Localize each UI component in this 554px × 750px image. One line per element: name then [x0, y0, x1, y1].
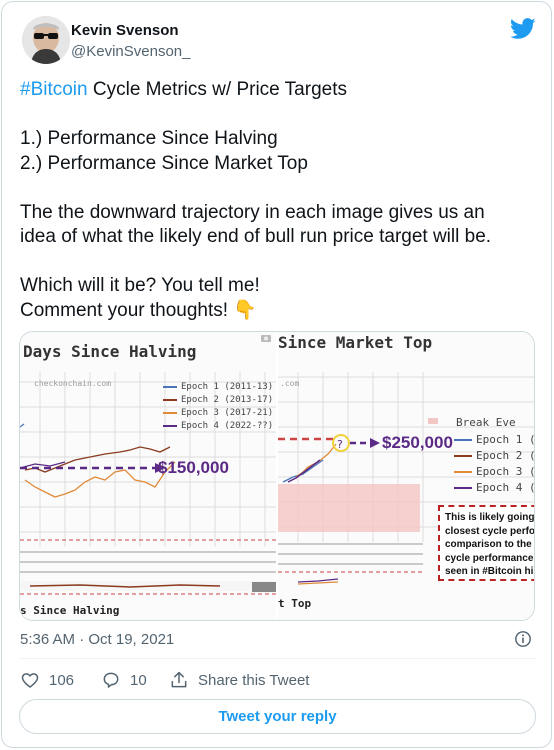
right-legend-2: Epoch 2 ( — [454, 449, 534, 462]
left-legend-4: Epoch 4 (2022-??) — [163, 421, 273, 431]
halving-chart-graphic — [20, 372, 276, 595]
hashtag-link[interactable]: #Bitcoin — [20, 79, 88, 100]
author-handle[interactable]: @KevinSvenson_ — [71, 43, 190, 60]
reply-count: 10 — [130, 671, 147, 689]
tweet-line-5: idea of what the likely end of bull run … — [20, 226, 492, 247]
tweet-line-7: Comment your thoughts! 👇 — [20, 299, 257, 321]
right-legend-1: Epoch 1 ( — [454, 433, 534, 446]
heart-icon — [21, 673, 39, 688]
info-icon[interactable] — [514, 630, 532, 648]
share-icon — [171, 671, 187, 688]
annotation-box: This is likely going t closest cycle per… — [438, 505, 534, 581]
tweet-line-1: #Bitcoin Cycle Metrics w/ Price Targets — [20, 78, 535, 103]
tweet-line-2: 1.) Performance Since Halving — [20, 128, 278, 149]
tweet-line-1-rest: Cycle Metrics w/ Price Targets — [87, 79, 347, 100]
divider — [19, 658, 536, 659]
tweet-timestamp[interactable]: 5:36 AM · Oct 19, 2021 — [20, 631, 174, 648]
left-legend-3: Epoch 3 (2017-21) — [163, 408, 273, 418]
right-price-target: $250,000 — [382, 433, 453, 452]
media-image-halving[interactable]: Days Since Halving checkonchain.com Epoc… — [20, 332, 276, 620]
comment-icon — [103, 672, 119, 688]
tweet-card: Kevin Svenson @KevinSvenson_ #Bitcoin Cy… — [1, 1, 552, 748]
right-legend-3: Epoch 3 ( — [454, 465, 534, 478]
tweet-text: #Bitcoin Cycle Metrics w/ Price Targets … — [20, 78, 535, 323]
media-image-market-top[interactable]: ? Since Market Top .com Break Eve Epoch … — [278, 332, 534, 620]
tweet-your-reply-button[interactable]: Tweet your reply — [19, 699, 536, 734]
avatar[interactable] — [22, 16, 70, 64]
reply-action[interactable]: 10 — [101, 669, 147, 691]
right-watermark: .com — [280, 379, 300, 388]
left-chart-footer: s Since Halving — [20, 604, 120, 617]
left-chart-title: Days Since Halving — [23, 342, 197, 361]
right-legend-breakeven: Break Eve — [456, 416, 516, 429]
like-count: 106 — [49, 671, 75, 689]
author-name[interactable]: Kevin Svenson — [71, 22, 179, 39]
left-watermark: checkonchain.com — [34, 379, 112, 388]
tweet-line-6: Which will it be? You tell me! — [20, 275, 260, 296]
right-chart-title: Since Market Top — [278, 333, 433, 352]
left-legend-1: Epoch 1 (2011-13) — [163, 382, 273, 392]
left-legend-2: Epoch 2 (2013-17) — [163, 395, 273, 405]
tweet-line-3: 2.) Performance Since Market Top — [20, 152, 308, 174]
svg-text:?: ? — [337, 438, 343, 451]
share-action[interactable]: Share this Tweet — [169, 669, 309, 691]
right-chart-footer: t Top — [278, 597, 312, 610]
share-label: Share this Tweet — [198, 671, 310, 689]
left-price-target: $150,000 — [158, 458, 229, 477]
twitter-bird-icon[interactable] — [510, 18, 536, 40]
camera-icon — [261, 335, 271, 342]
tweet-line-4: The the downward trajectory in each imag… — [20, 201, 485, 223]
right-legend-4: Epoch 4 ( — [454, 481, 534, 494]
media-grid: Days Since Halving checkonchain.com Epoc… — [19, 331, 535, 621]
avatar-image — [22, 16, 70, 64]
like-action[interactable]: 106 — [20, 669, 74, 691]
